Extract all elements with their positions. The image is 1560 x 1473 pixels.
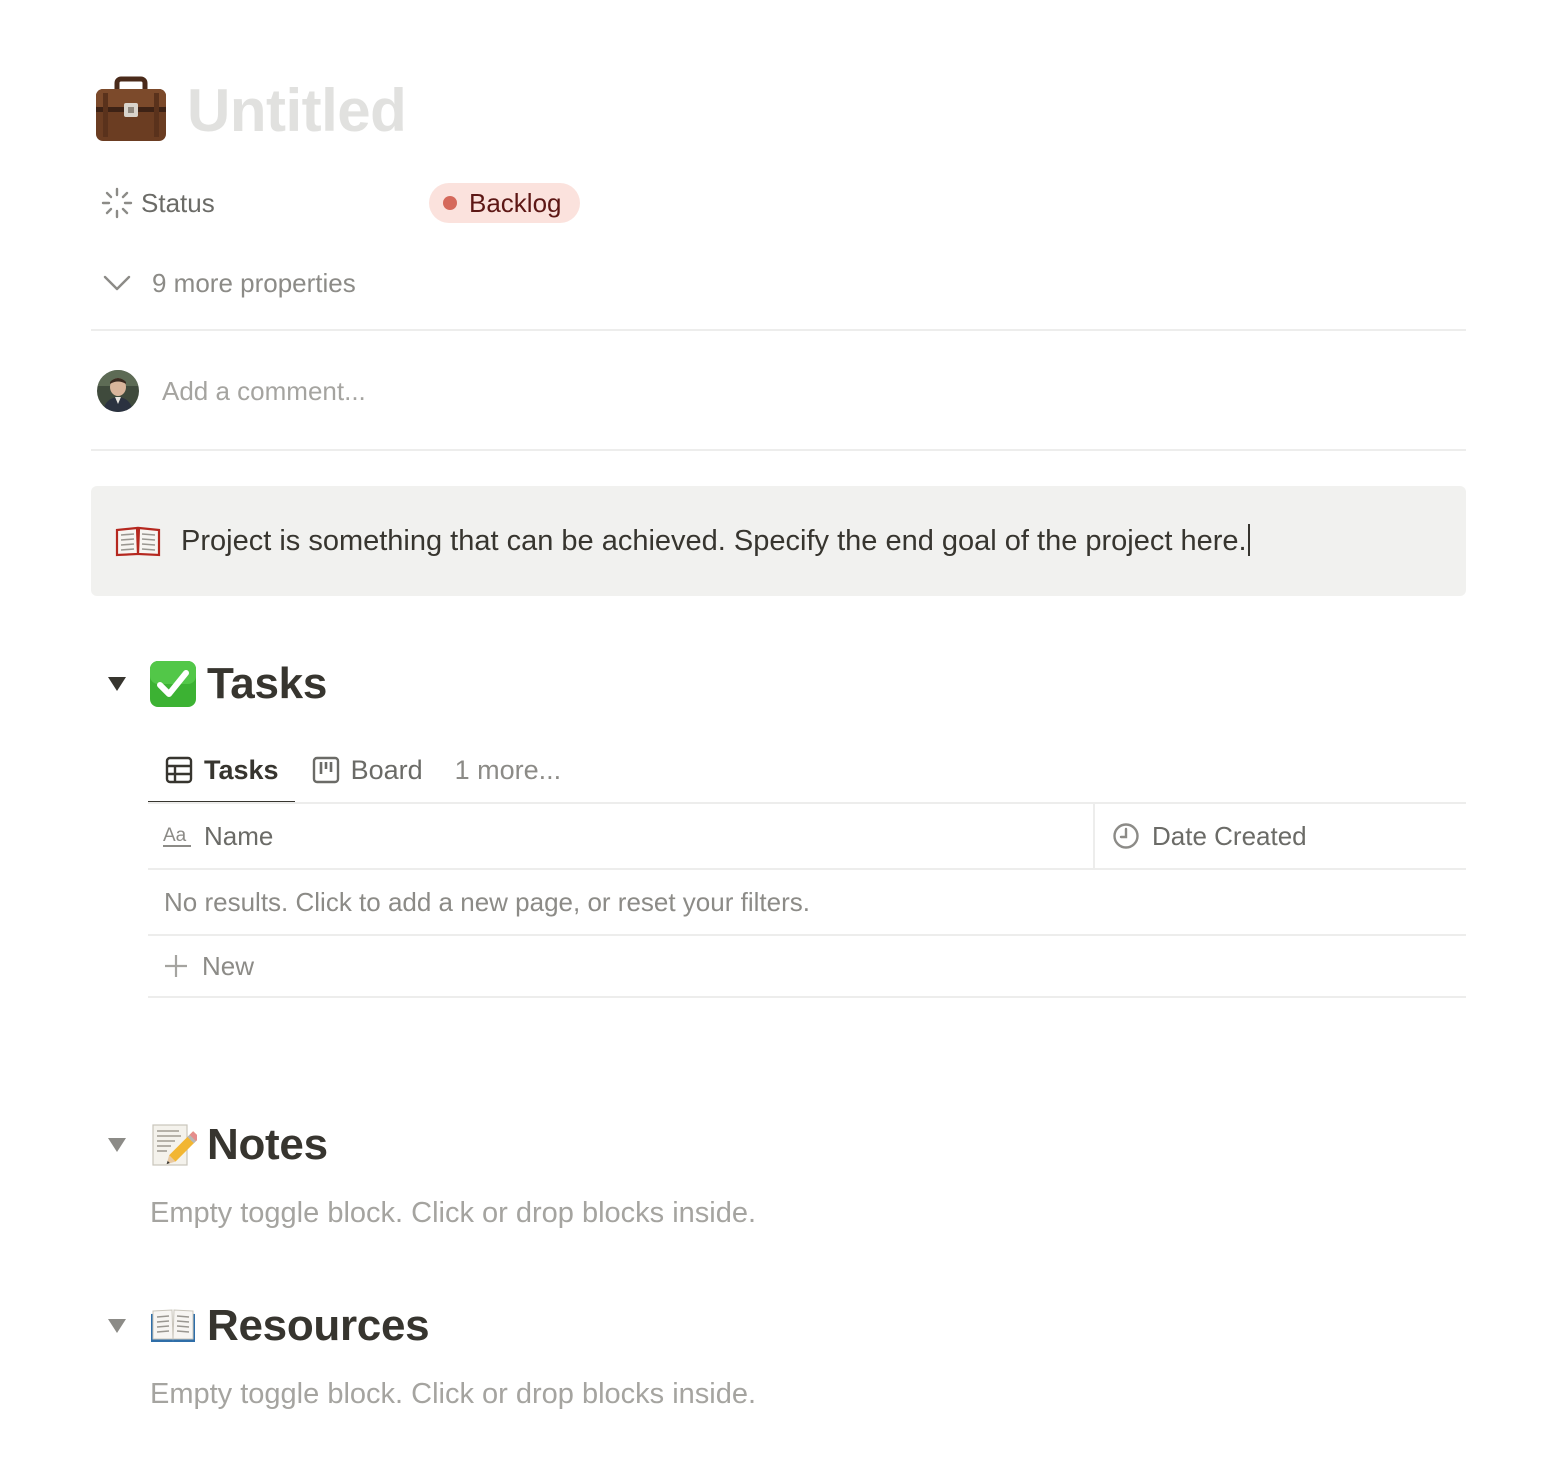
more-properties-toggle[interactable]: 9 more properties	[93, 262, 356, 304]
status-dot	[443, 196, 457, 210]
page-title[interactable]: Untitled	[187, 76, 407, 145]
empty-toggle-placeholder[interactable]: Empty toggle block. Click or drop blocks…	[150, 1378, 756, 1411]
column-label: Name	[204, 820, 274, 851]
column-label: Date Created	[1152, 820, 1307, 851]
clock-icon	[1111, 821, 1141, 851]
more-properties-label: 9 more properties	[152, 267, 356, 298]
chevron-down-icon	[93, 262, 141, 304]
briefcase-icon[interactable]	[93, 72, 169, 148]
tab-label: Board	[350, 754, 423, 785]
table-icon	[164, 755, 194, 785]
callout-text[interactable]: Project is something that can be achieve…	[181, 524, 1250, 558]
comment-row	[97, 368, 962, 414]
section-title[interactable]: Tasks	[207, 659, 327, 709]
column-header-date-created[interactable]: Date Created	[1093, 804, 1466, 868]
database-view-tabs: Tasks Board 1 more...	[148, 738, 578, 804]
avatar	[97, 370, 139, 412]
status-value: Backlog	[469, 187, 562, 218]
status-badge[interactable]: Backlog	[429, 183, 580, 223]
table-header: Aa Name Date Created	[148, 804, 1466, 868]
check-mark-button-icon	[149, 660, 197, 708]
plus-icon	[162, 952, 190, 980]
divider	[148, 996, 1466, 998]
callout-block[interactable]: Project is something that can be achieve…	[91, 486, 1466, 596]
toggle-arrow-icon[interactable]	[101, 1117, 133, 1173]
status-spinner-icon	[93, 180, 141, 226]
text-aa-icon: Aa	[163, 821, 193, 851]
column-header-name[interactable]: Aa Name	[148, 804, 1093, 868]
divider	[91, 329, 1466, 331]
tab-label: Tasks	[204, 754, 279, 785]
empty-toggle-placeholder[interactable]: Empty toggle block. Click or drop blocks…	[150, 1197, 756, 1230]
comment-input[interactable]	[162, 375, 962, 407]
board-icon	[311, 755, 341, 785]
tab-tasks-table[interactable]: Tasks	[148, 738, 295, 804]
tab-label: 1 more...	[454, 754, 562, 785]
toggle-heading-notes: Notes	[101, 1117, 328, 1173]
new-row-button[interactable]: New	[148, 936, 1466, 996]
toggle-heading-resources: Resources	[101, 1298, 430, 1354]
property-label: Status	[141, 187, 215, 218]
toggle-arrow-icon[interactable]	[101, 1298, 133, 1354]
property-status[interactable]: Status Backlog	[93, 180, 793, 226]
database-table: Aa Name Date Created No results. Click t…	[148, 802, 1466, 998]
divider	[91, 449, 1466, 451]
memo-icon	[149, 1121, 197, 1169]
open-book-icon[interactable]	[115, 518, 161, 564]
svg-text:Aa: Aa	[163, 825, 187, 846]
open-book-icon	[149, 1302, 197, 1350]
toggle-heading-tasks: Tasks	[101, 656, 327, 712]
tab-more-views[interactable]: 1 more...	[439, 738, 578, 802]
text-cursor	[1247, 524, 1250, 556]
section-title[interactable]: Resources	[207, 1301, 430, 1351]
new-row-label: New	[202, 950, 255, 981]
toggle-arrow-icon[interactable]	[101, 656, 133, 712]
table-empty-state[interactable]: No results. Click to add a new page, or …	[148, 870, 1466, 934]
title-row: Untitled	[93, 70, 407, 150]
section-title[interactable]: Notes	[207, 1120, 328, 1170]
callout-text-content: Project is something that can be achieve…	[181, 525, 1247, 557]
notion-page: Untitled Status Backlog 9 more propertie…	[0, 0, 1560, 1473]
tab-board[interactable]: Board	[295, 738, 439, 802]
